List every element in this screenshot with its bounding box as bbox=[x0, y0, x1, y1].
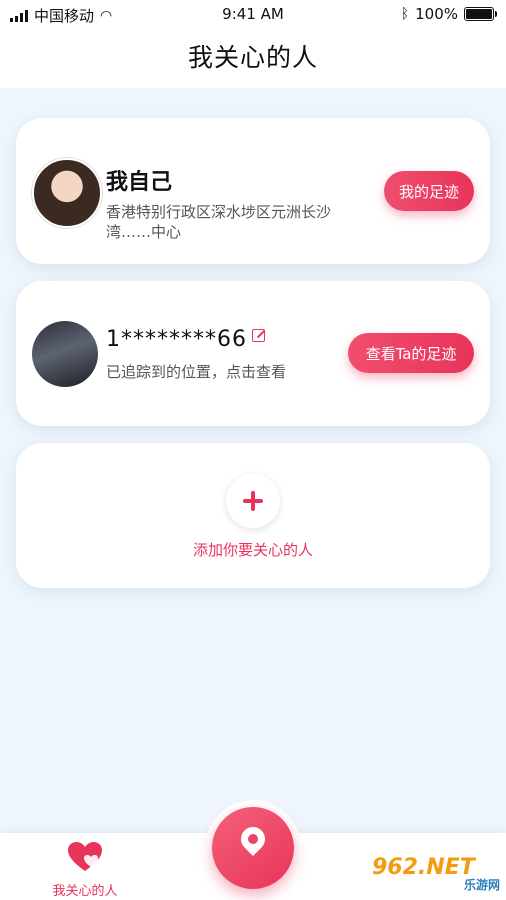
contact-card[interactable]: 1********66 已追踪到的位置，点击查看 查看Ta的足迹 bbox=[16, 281, 490, 426]
self-avatar bbox=[32, 158, 102, 228]
contact-phone: 1********66 bbox=[106, 327, 265, 352]
add-person-label: 添加你要关心的人 bbox=[192, 541, 313, 559]
location-pin-icon bbox=[236, 822, 270, 856]
add-icon[interactable] bbox=[226, 474, 280, 528]
my-footprint-button[interactable]: 我的足迹 bbox=[384, 171, 474, 211]
contact-avatar bbox=[32, 321, 98, 387]
location-button[interactable] bbox=[212, 807, 294, 889]
self-name: 我自己 bbox=[106, 170, 173, 195]
status-bar: 中国移动 ◠ 9:41 AM ᛒ 100% bbox=[0, 0, 506, 30]
page-title: 我关心的人 bbox=[187, 43, 318, 72]
self-address: 香港特别行政区深水埗区元洲长沙湾……中心 bbox=[106, 203, 332, 241]
self-card[interactable]: 我自己 香港特别行政区深水埗区元洲长沙湾……中心 我的足迹 bbox=[16, 118, 490, 264]
top-bar: 中国移动 ◠ 9:41 AM ᛒ 100% 我关心的人 bbox=[0, 0, 506, 88]
view-ta-footprint-button[interactable]: 查看Ta的足迹 bbox=[348, 333, 474, 373]
add-person-card[interactable]: 添加你要关心的人 bbox=[16, 443, 490, 588]
battery-percent: 100% bbox=[415, 5, 458, 23]
watermark-main: 962.NET bbox=[372, 855, 475, 880]
contact-status: 已追踪到的位置，点击查看 bbox=[106, 363, 287, 381]
tab-my-people-label: 我关心的人 bbox=[52, 884, 118, 899]
battery-icon bbox=[464, 7, 497, 21]
heart-icon bbox=[68, 842, 102, 871]
edit-icon[interactable] bbox=[252, 329, 265, 342]
contact-phone-text: 1********66 bbox=[106, 327, 247, 352]
bluetooth-icon: ᛒ bbox=[400, 6, 410, 22]
tab-my-people[interactable]: 我关心的人 bbox=[40, 841, 130, 899]
watermark-logo: 962.NET 乐游网 bbox=[372, 855, 500, 895]
